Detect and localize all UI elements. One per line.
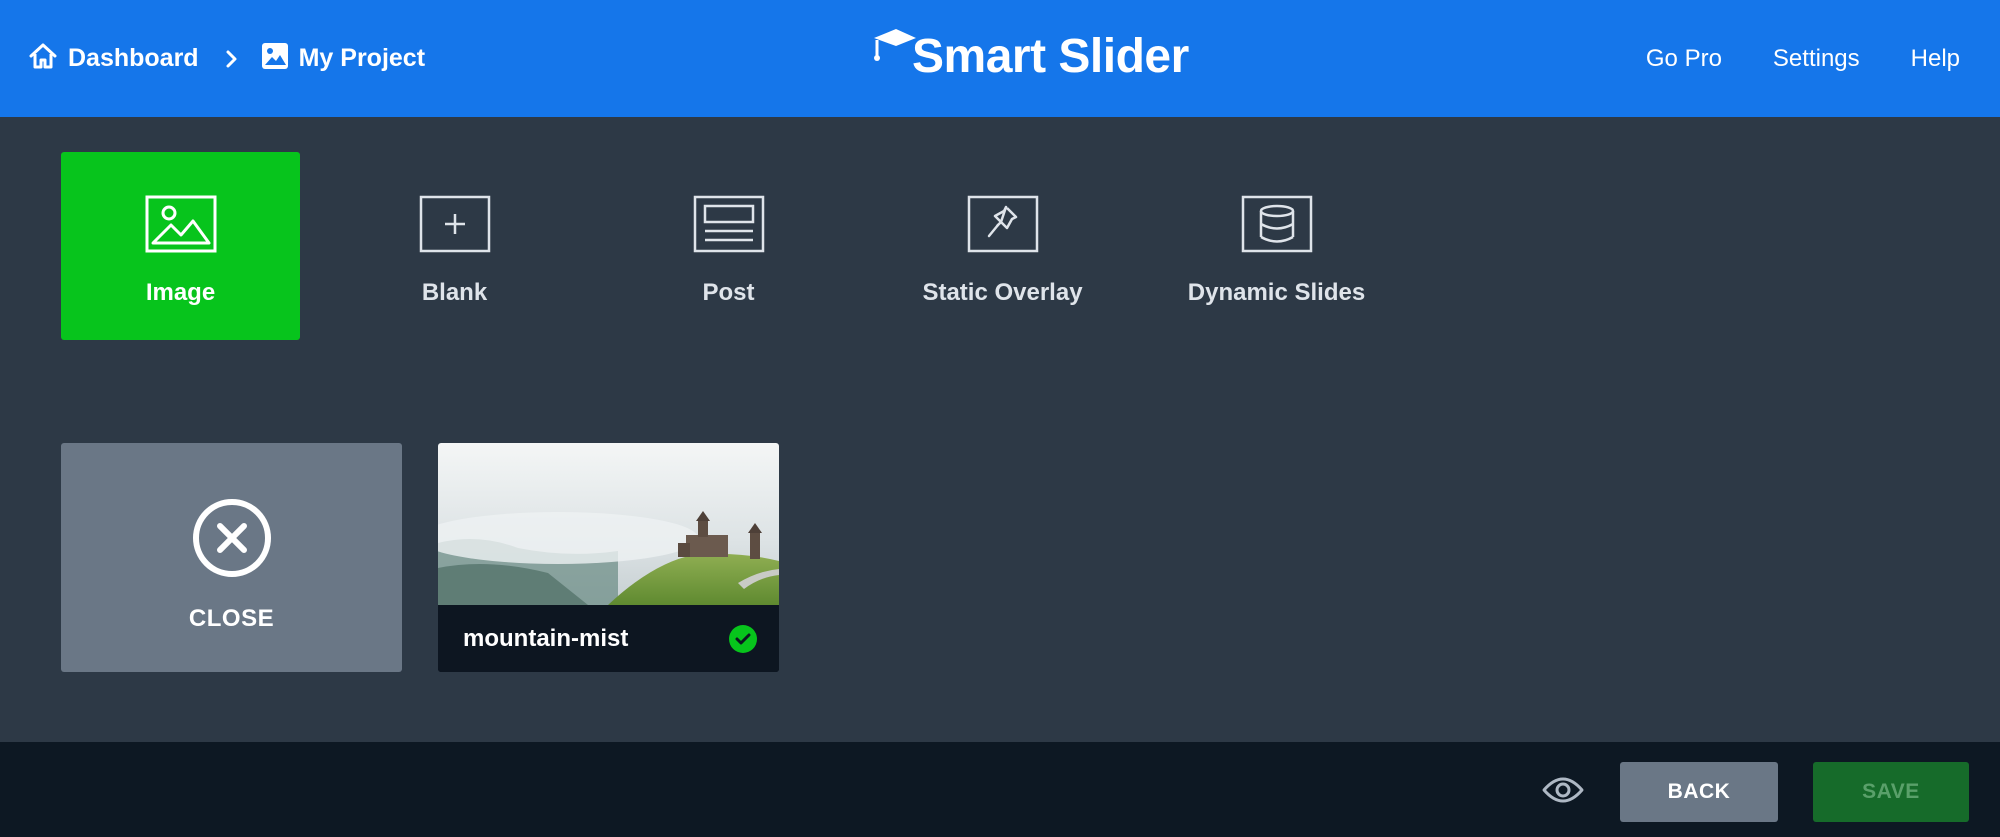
plus-square-icon xyxy=(419,194,491,254)
breadcrumb-my-project[interactable]: My Project xyxy=(261,42,425,75)
smart-slider-logo[interactable]: Smart Slider xyxy=(872,26,1189,86)
close-card[interactable]: CLOSE xyxy=(61,443,402,672)
back-button[interactable]: BACK xyxy=(1620,762,1778,822)
eye-icon[interactable] xyxy=(1541,770,1585,815)
slide-card-footer: mountain-mist xyxy=(438,605,779,672)
tile-label: Image xyxy=(145,279,216,306)
image-icon xyxy=(145,194,217,254)
image-icon xyxy=(261,42,289,75)
close-circle-icon xyxy=(192,498,272,583)
tile-blank[interactable]: Blank xyxy=(335,152,574,340)
settings-link[interactable]: Settings xyxy=(1773,45,1860,73)
pin-icon xyxy=(967,194,1039,254)
slide-name: mountain-mist xyxy=(463,624,629,652)
logo-text: Smart Slider xyxy=(912,29,1189,83)
database-icon xyxy=(1241,194,1313,254)
go-pro-link[interactable]: Go Pro xyxy=(1646,45,1722,73)
save-button[interactable]: SAVE xyxy=(1813,762,1969,822)
close-label: CLOSE xyxy=(188,605,275,632)
post-layout-icon xyxy=(693,194,765,254)
chevron-right-icon xyxy=(225,49,239,69)
tile-post[interactable]: Post xyxy=(609,152,848,340)
tile-label: Static Overlay xyxy=(922,279,1083,306)
tile-label: Blank xyxy=(421,279,488,306)
tile-image[interactable]: Image xyxy=(61,152,300,340)
breadcrumb-label: My Project xyxy=(298,44,426,72)
breadcrumb-label: Dashboard xyxy=(68,44,199,72)
top-nav: Go Pro Settings Help xyxy=(1595,0,1960,117)
tile-dynamic-slides[interactable]: Dynamic Slides xyxy=(1157,152,1396,340)
breadcrumb-dashboard[interactable]: Dashboard xyxy=(28,41,199,76)
slide-card-mountain-mist[interactable]: mountain-mist xyxy=(438,443,779,672)
help-link[interactable]: Help xyxy=(1911,45,1960,73)
slide-cards: CLOSE mountain-mist xyxy=(61,443,779,672)
slide-type-tiles: Image Blank Post Static Overlay Dynamic … xyxy=(61,152,1431,340)
home-icon xyxy=(28,41,58,76)
bottom-bar: BACK SAVE xyxy=(0,742,2000,837)
top-bar: Dashboard My Project Smart Slider Go Pro… xyxy=(0,0,2000,117)
tile-label: Post xyxy=(702,279,755,306)
tile-static-overlay[interactable]: Static Overlay xyxy=(883,152,1122,340)
breadcrumb: Dashboard My Project xyxy=(28,0,425,117)
tile-label: Dynamic Slides xyxy=(1187,279,1366,306)
check-circle-icon xyxy=(729,624,757,653)
slide-thumbnail xyxy=(438,443,779,605)
